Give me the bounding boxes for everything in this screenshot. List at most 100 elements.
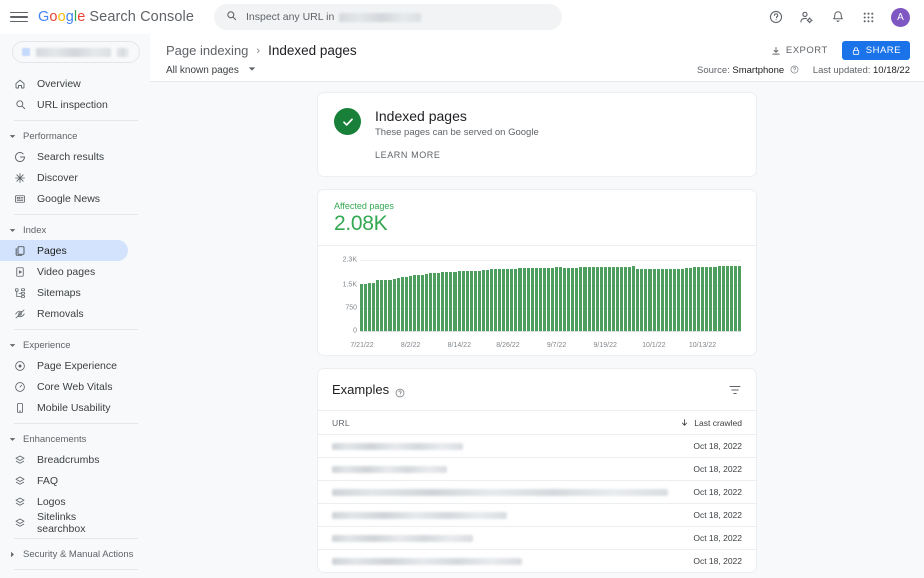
- affected-pages-bar-chart[interactable]: 2.3K 1.5K 750 0 7/21/22 8/2/22 8/14/22 8/26/22 9…: [330, 256, 744, 349]
- chart-bar[interactable]: [603, 266, 607, 331]
- column-header-url[interactable]: URL: [332, 418, 350, 428]
- table-row[interactable]: Oct 18, 2022: [318, 503, 756, 526]
- chart-bar[interactable]: [575, 267, 579, 331]
- chart-bar[interactable]: [477, 270, 481, 331]
- content-scroll-area[interactable]: Indexed pages These pages can be served …: [150, 82, 924, 578]
- chart-bar[interactable]: [737, 266, 741, 331]
- chart-bar[interactable]: [510, 268, 514, 331]
- sidebar-group-index[interactable]: Index: [0, 220, 150, 240]
- chart-bar[interactable]: [583, 267, 587, 331]
- sidebar-item-url-inspection[interactable]: URL inspection: [0, 94, 128, 115]
- table-row[interactable]: Oct 18, 2022: [318, 526, 756, 549]
- chart-bar[interactable]: [648, 269, 652, 331]
- chart-bar[interactable]: [624, 266, 628, 331]
- sidebar-item-pages[interactable]: Pages: [0, 240, 128, 261]
- page-filter-dropdown[interactable]: All known pages: [166, 65, 256, 76]
- chart-bar[interactable]: [469, 270, 473, 331]
- chart-bar[interactable]: [620, 266, 624, 331]
- learn-more-link[interactable]: LEARN MORE: [375, 150, 539, 160]
- chart-bar[interactable]: [473, 270, 477, 331]
- chart-bar[interactable]: [494, 268, 498, 331]
- chart-bar[interactable]: [481, 270, 485, 331]
- sidebar-item-mobile-usability[interactable]: Mobile Usability: [0, 397, 128, 418]
- chart-bar[interactable]: [498, 268, 502, 331]
- chart-bar[interactable]: [559, 266, 563, 331]
- share-button[interactable]: SHARE: [841, 41, 910, 60]
- chart-bar[interactable]: [656, 269, 660, 331]
- apps-grid-icon[interactable]: [860, 9, 877, 26]
- chart-bar[interactable]: [729, 266, 733, 331]
- property-selector[interactable]: [12, 41, 140, 63]
- chart-bar[interactable]: [644, 269, 648, 331]
- chart-bar[interactable]: [388, 279, 392, 331]
- hamburger-icon[interactable]: [10, 8, 28, 26]
- chart-bar[interactable]: [705, 267, 709, 331]
- sidebar-item-google-news[interactable]: Google News: [0, 188, 128, 209]
- help-icon[interactable]: [767, 9, 784, 26]
- chart-bar[interactable]: [465, 271, 469, 331]
- chart-bar[interactable]: [502, 268, 506, 331]
- table-row[interactable]: Oct 18, 2022: [318, 434, 756, 457]
- redacted-url-cell[interactable]: [332, 442, 463, 450]
- sidebar-group-experience[interactable]: Experience: [0, 335, 150, 355]
- sidebar-group-performance[interactable]: Performance: [0, 126, 150, 146]
- chart-bar[interactable]: [404, 276, 408, 331]
- chart-bar[interactable]: [396, 277, 400, 331]
- column-header-last-crawled[interactable]: Last crawled: [680, 418, 742, 428]
- chart-bar[interactable]: [660, 269, 664, 331]
- chart-bar[interactable]: [697, 267, 701, 331]
- sidebar-item-video-pages[interactable]: Video pages: [0, 261, 128, 282]
- export-button[interactable]: EXPORT: [766, 42, 833, 59]
- chart-bar[interactable]: [368, 283, 372, 331]
- sidebar-item-page-experience[interactable]: Page Experience: [0, 355, 128, 376]
- avatar[interactable]: A: [891, 7, 910, 27]
- chart-bar[interactable]: [615, 266, 619, 331]
- notifications-bell-icon[interactable]: [829, 9, 846, 26]
- chart-bar[interactable]: [672, 269, 676, 331]
- chart-bar[interactable]: [607, 266, 611, 331]
- chart-bar[interactable]: [713, 266, 717, 331]
- sidebar-item-breadcrumbs[interactable]: Breadcrumbs: [0, 449, 128, 470]
- chart-bar[interactable]: [429, 273, 433, 331]
- chart-bar[interactable]: [408, 275, 412, 331]
- chart-bar[interactable]: [721, 266, 725, 331]
- chart-bar[interactable]: [384, 279, 388, 331]
- chart-bar[interactable]: [514, 268, 518, 331]
- chart-bar[interactable]: [416, 275, 420, 331]
- sidebar-item-discover[interactable]: Discover: [0, 167, 128, 188]
- chart-bar[interactable]: [376, 279, 380, 331]
- chart-bar[interactable]: [506, 268, 510, 331]
- redacted-url-cell[interactable]: [332, 511, 507, 519]
- sidebar-item-search-results[interactable]: Search results: [0, 146, 128, 167]
- chart-bar[interactable]: [571, 267, 575, 331]
- chart-bar[interactable]: [380, 279, 384, 331]
- chart-bar[interactable]: [640, 269, 644, 331]
- chart-bar[interactable]: [685, 267, 689, 331]
- redacted-url-cell[interactable]: [332, 534, 473, 542]
- table-row[interactable]: Oct 18, 2022: [318, 457, 756, 480]
- chart-bar[interactable]: [680, 268, 684, 331]
- chart-bar[interactable]: [518, 268, 522, 331]
- chart-bar[interactable]: [725, 266, 729, 331]
- table-row[interactable]: Oct 18, 2022: [318, 549, 756, 572]
- chart-bar[interactable]: [563, 267, 567, 331]
- chart-bar[interactable]: [693, 267, 697, 331]
- chart-bar[interactable]: [490, 268, 494, 331]
- chart-bar[interactable]: [676, 269, 680, 331]
- chart-bar[interactable]: [611, 266, 615, 331]
- account-settings-icon[interactable]: [798, 9, 815, 26]
- chart-bar[interactable]: [701, 267, 705, 331]
- chart-bar[interactable]: [717, 266, 721, 331]
- chart-bar[interactable]: [457, 271, 461, 331]
- chart-bar[interactable]: [449, 272, 453, 331]
- redacted-url-cell[interactable]: [332, 557, 522, 565]
- chart-bar[interactable]: [392, 279, 396, 331]
- chart-bar[interactable]: [441, 272, 445, 331]
- chart-bar[interactable]: [550, 267, 554, 331]
- chart-bar[interactable]: [689, 267, 693, 331]
- help-circle-icon[interactable]: [790, 65, 799, 74]
- help-circle-icon[interactable]: [395, 385, 405, 397]
- sidebar-item-removals[interactable]: Removals: [0, 303, 128, 324]
- redacted-url-cell[interactable]: [332, 465, 447, 473]
- chart-bar[interactable]: [628, 266, 632, 331]
